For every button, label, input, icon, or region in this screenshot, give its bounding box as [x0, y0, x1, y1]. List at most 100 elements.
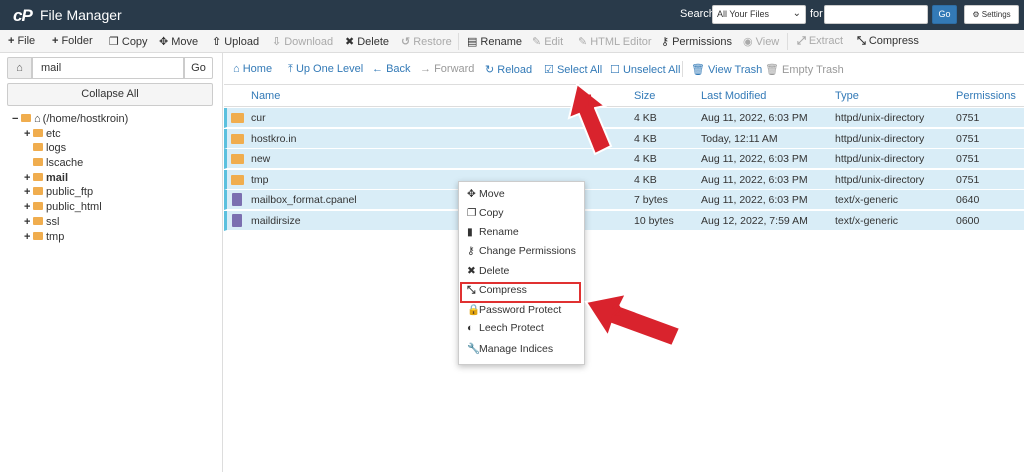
delete-icon: ✖ — [345, 36, 355, 48]
toolbar-copy[interactable]: ❐ Copy — [109, 35, 148, 48]
tree-item-mail[interactable]: + mail — [24, 172, 68, 184]
file-permissions: 0751 — [956, 133, 980, 145]
column-header-last-modified[interactable]: Last Modified — [701, 90, 766, 102]
step-1-badge: 1 — [584, 92, 595, 113]
folder-icon — [33, 217, 43, 225]
context-menu-password-protect[interactable]: 🔒Password Protect — [467, 303, 561, 316]
toolbar-rename[interactable]: ▤ Rename — [467, 35, 522, 48]
toolbar-restore[interactable]: ↺ Restore — [401, 35, 452, 48]
file-name[interactable]: maildirsize — [251, 215, 301, 227]
toolbar-move[interactable]: ✥ Move — [159, 35, 198, 48]
column-header-type[interactable]: Type — [835, 90, 859, 102]
search-input[interactable] — [824, 5, 928, 24]
context-menu-rename[interactable]: ▮ Rename — [467, 226, 519, 238]
top-header: cP File Manager Search All Your Files ⌄ … — [0, 0, 1024, 30]
tree-item-logs[interactable]: logs — [33, 142, 66, 154]
table-row[interactable]: tmp 4 KB Aug 11, 2022, 6:03 PM httpd/uni… — [224, 170, 1024, 190]
file-type: text/x-generic — [835, 194, 899, 206]
rename-icon: ▤ — [467, 36, 478, 48]
tree-item-tmp[interactable]: + tmp — [24, 231, 64, 243]
path-go-button[interactable]: Go — [184, 57, 213, 79]
file-type: httpd/unix-directory — [835, 174, 925, 186]
file-size: 4 KB — [634, 153, 657, 165]
folder-icon — [33, 187, 43, 195]
nav-forward[interactable]: → Forward — [420, 63, 474, 75]
context-menu-delete[interactable]: ✖ Delete — [467, 265, 509, 277]
nav-back[interactable]: ← Back — [372, 63, 411, 75]
table-row[interactable]: mailbox_format.cpanel 7 bytes Aug 11, 20… — [224, 190, 1024, 210]
search-go-button[interactable]: Go — [932, 5, 957, 24]
folder-icon — [33, 143, 43, 151]
search-scope-select[interactable]: All Your Files ⌄ — [712, 5, 806, 24]
download-icon: ⇩ — [272, 36, 282, 48]
trash-icon: 🗑 — [765, 64, 779, 76]
nav-select-all[interactable]: ☑ Select All — [544, 63, 602, 76]
tree-item-etc[interactable]: + etc — [24, 128, 61, 140]
tree-item-ssl[interactable]: + ssl — [24, 216, 59, 228]
column-header-size[interactable]: Size — [634, 90, 655, 102]
nav-view-trash[interactable]: 🗑 View Trash — [691, 63, 762, 76]
file-name[interactable]: cur — [251, 112, 266, 124]
folder-icon — [231, 154, 244, 164]
toolbar-compress[interactable]: ⤡ Compress — [857, 35, 919, 48]
tree-item-home[interactable]: − ⌂ (/home/hostkroin) — [12, 113, 128, 125]
tree-item-public-html[interactable]: + public_html — [24, 201, 102, 213]
file-icon — [232, 214, 242, 227]
file-size: 7 bytes — [634, 194, 668, 206]
column-header-permissions[interactable]: Permissions — [956, 90, 1016, 102]
expand-icon[interactable]: + — [24, 201, 33, 213]
settings-button[interactable]: ⚙ Settings — [964, 5, 1019, 24]
toolbar-new-file[interactable]: + File — [8, 35, 35, 47]
toolbar-html-editor[interactable]: ✎ HTML Editor — [578, 35, 652, 48]
path-input[interactable]: mail — [32, 57, 184, 79]
toolbar-view[interactable]: ◉ View — [743, 35, 779, 48]
tree-item-lscache[interactable]: lscache — [33, 157, 83, 169]
file-modified: Aug 11, 2022, 6:03 PM — [701, 174, 808, 186]
context-menu-change-permissions[interactable]: ⚷ Change Permissions — [467, 245, 576, 257]
move-icon: ✥ — [159, 36, 169, 48]
toolbar-edit[interactable]: ✎ Edit — [532, 35, 563, 48]
collapse-all-button[interactable]: Collapse All — [7, 83, 213, 106]
collapse-icon[interactable]: − — [12, 113, 21, 125]
expand-icon[interactable]: + — [24, 231, 33, 243]
context-menu-manage-indices[interactable]: 🔧Manage Indices — [467, 342, 553, 355]
nav-reload[interactable]: ↻ Reload — [485, 63, 532, 76]
annotation-arrow-2 — [584, 292, 682, 348]
nav-home[interactable]: ⌂ Home — [233, 63, 272, 75]
file-name[interactable]: tmp — [251, 174, 269, 186]
file-size: 4 KB — [634, 174, 657, 186]
column-header-name[interactable]: Name — [251, 90, 280, 102]
tree-item-public-ftp[interactable]: + public_ftp — [24, 186, 93, 198]
toolbar-new-folder[interactable]: + Folder — [52, 35, 93, 47]
nav-divider — [682, 61, 683, 77]
context-menu-copy[interactable]: ❐ Copy — [467, 207, 504, 219]
folder-icon — [231, 113, 244, 123]
context-menu-leech-protect[interactable]: ◐ Leech Protect — [467, 322, 544, 334]
expand-icon[interactable]: + — [24, 216, 33, 228]
file-modified: Aug 11, 2022, 6:03 PM — [701, 112, 808, 124]
nav-unselect-all[interactable]: ☐ Unselect All — [610, 63, 680, 76]
nav-up-one-level[interactable]: ⤒ Up One Level — [288, 63, 363, 76]
nav-empty-trash[interactable]: 🗑 Empty Trash — [765, 63, 844, 76]
home-icon: ⌂ — [34, 113, 41, 125]
table-row[interactable]: maildirsize 10 bytes Aug 12, 2022, 7:59 … — [224, 211, 1024, 231]
toolbar-upload[interactable]: ⇧ Upload — [212, 35, 259, 48]
annotation-arrow-1 — [567, 82, 613, 156]
file-name[interactable]: new — [251, 153, 270, 165]
toolbar-delete[interactable]: ✖ Delete — [345, 35, 389, 48]
context-menu-move[interactable]: ✥ Move — [467, 188, 505, 200]
expand-icon[interactable]: + — [24, 172, 33, 184]
toolbar-divider — [458, 33, 459, 50]
toolbar-download[interactable]: ⇩ Download — [272, 35, 333, 48]
cpanel-logo[interactable]: cP — [13, 6, 33, 26]
folder-icon — [33, 232, 43, 240]
expand-icon[interactable]: + — [24, 186, 33, 198]
file-name[interactable]: hostkro.in — [251, 133, 297, 145]
home-icon[interactable]: ⌂ — [7, 57, 32, 79]
chevron-down-icon: ⌄ — [792, 8, 801, 19]
toolbar-permissions[interactable]: ⚷ Permissions — [661, 35, 732, 48]
expand-icon[interactable]: + — [24, 128, 33, 140]
file-name[interactable]: mailbox_format.cpanel — [251, 194, 357, 206]
toolbar-extract[interactable]: ⤢ Extract — [797, 35, 843, 48]
search-scope-value: All Your Files — [717, 9, 770, 19]
